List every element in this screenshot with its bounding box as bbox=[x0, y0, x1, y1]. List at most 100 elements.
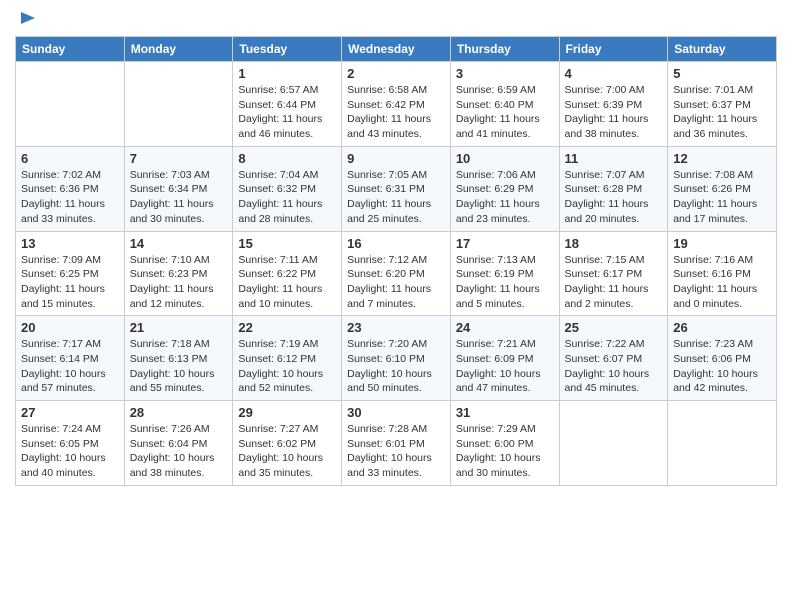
calendar-cell: 11 Sunrise: 7:07 AM Sunset: 6:28 PM Dayli… bbox=[559, 146, 668, 231]
day-number: 16 bbox=[347, 236, 445, 251]
calendar-cell: 21 Sunrise: 7:18 AM Sunset: 6:13 PM Dayli… bbox=[124, 316, 233, 401]
weekday-header-thursday: Thursday bbox=[450, 37, 559, 62]
day-info: Sunrise: 7:24 AM Sunset: 6:05 PM Dayligh… bbox=[21, 422, 119, 481]
calendar-cell: 8 Sunrise: 7:04 AM Sunset: 6:32 PM Daylig… bbox=[233, 146, 342, 231]
day-info: Sunrise: 7:21 AM Sunset: 6:09 PM Dayligh… bbox=[456, 337, 554, 396]
calendar-cell: 3 Sunrise: 6:59 AM Sunset: 6:40 PM Daylig… bbox=[450, 62, 559, 147]
day-number: 8 bbox=[238, 151, 336, 166]
day-info: Sunrise: 7:16 AM Sunset: 6:16 PM Dayligh… bbox=[673, 253, 771, 312]
calendar-cell: 7Sunrise: 7:03 AM Sunset: 6:34 PM Daylig… bbox=[124, 146, 233, 231]
calendar-week-row: 1 Sunrise: 6:57 AM Sunset: 6:44 PM Daylig… bbox=[16, 62, 777, 147]
day-number: 26 bbox=[673, 320, 771, 335]
day-number: 24 bbox=[456, 320, 554, 335]
calendar-cell: 5Sunrise: 7:01 AM Sunset: 6:37 PM Daylig… bbox=[668, 62, 777, 147]
day-number: 14 bbox=[130, 236, 228, 251]
day-info: Sunrise: 7:08 AM Sunset: 6:26 PM Dayligh… bbox=[673, 168, 771, 227]
calendar-cell: 23 Sunrise: 7:20 AM Sunset: 6:10 PM Dayli… bbox=[342, 316, 451, 401]
weekday-header-friday: Friday bbox=[559, 37, 668, 62]
calendar-week-row: 20Sunrise: 7:17 AM Sunset: 6:14 PM Dayli… bbox=[16, 316, 777, 401]
day-number: 9 bbox=[347, 151, 445, 166]
day-number: 13 bbox=[21, 236, 119, 251]
calendar-cell: 2 Sunrise: 6:58 AM Sunset: 6:42 PM Daylig… bbox=[342, 62, 451, 147]
calendar-cell: 29Sunrise: 7:27 AM Sunset: 6:02 PM Dayli… bbox=[233, 401, 342, 486]
weekday-header-tuesday: Tuesday bbox=[233, 37, 342, 62]
weekday-header-wednesday: Wednesday bbox=[342, 37, 451, 62]
day-number: 28 bbox=[130, 405, 228, 420]
calendar-cell bbox=[668, 401, 777, 486]
day-info: Sunrise: 7:00 AM Sunset: 6:39 PM Dayligh… bbox=[565, 83, 663, 142]
calendar-cell: 27 Sunrise: 7:24 AM Sunset: 6:05 PM Dayli… bbox=[16, 401, 125, 486]
calendar-cell: 4 Sunrise: 7:00 AM Sunset: 6:39 PM Daylig… bbox=[559, 62, 668, 147]
page-header bbox=[15, 10, 777, 28]
day-info: Sunrise: 7:26 AM Sunset: 6:04 PM Dayligh… bbox=[130, 422, 228, 481]
day-number: 29 bbox=[238, 405, 336, 420]
day-info: Sunrise: 7:29 AM Sunset: 6:00 PM Dayligh… bbox=[456, 422, 554, 481]
day-info: Sunrise: 7:19 AM Sunset: 6:12 PM Dayligh… bbox=[238, 337, 336, 396]
day-number: 4 bbox=[565, 66, 663, 81]
day-info: Sunrise: 6:59 AM Sunset: 6:40 PM Dayligh… bbox=[456, 83, 554, 142]
calendar-week-row: 13 Sunrise: 7:09 AM Sunset: 6:25 PM Dayli… bbox=[16, 231, 777, 316]
day-info: Sunrise: 7:09 AM Sunset: 6:25 PM Dayligh… bbox=[21, 253, 119, 312]
calendar-cell: 10Sunrise: 7:06 AM Sunset: 6:29 PM Dayli… bbox=[450, 146, 559, 231]
day-number: 6 bbox=[21, 151, 119, 166]
calendar-cell: 14 Sunrise: 7:10 AM Sunset: 6:23 PM Dayli… bbox=[124, 231, 233, 316]
day-number: 21 bbox=[130, 320, 228, 335]
calendar-cell: 12 Sunrise: 7:08 AM Sunset: 6:26 PM Dayli… bbox=[668, 146, 777, 231]
calendar-week-row: 6 Sunrise: 7:02 AM Sunset: 6:36 PM Daylig… bbox=[16, 146, 777, 231]
calendar-cell bbox=[124, 62, 233, 147]
day-info: Sunrise: 7:03 AM Sunset: 6:34 PM Dayligh… bbox=[130, 168, 228, 227]
day-info: Sunrise: 6:57 AM Sunset: 6:44 PM Dayligh… bbox=[238, 83, 336, 142]
day-info: Sunrise: 7:01 AM Sunset: 6:37 PM Dayligh… bbox=[673, 83, 771, 142]
logo-flag-icon bbox=[17, 10, 39, 32]
day-number: 1 bbox=[238, 66, 336, 81]
calendar-table: SundayMondayTuesdayWednesdayThursdayFrid… bbox=[15, 36, 777, 486]
day-number: 18 bbox=[565, 236, 663, 251]
calendar-cell: 17Sunrise: 7:13 AM Sunset: 6:19 PM Dayli… bbox=[450, 231, 559, 316]
day-number: 25 bbox=[565, 320, 663, 335]
calendar-cell: 26 Sunrise: 7:23 AM Sunset: 6:06 PM Dayli… bbox=[668, 316, 777, 401]
day-info: Sunrise: 7:18 AM Sunset: 6:13 PM Dayligh… bbox=[130, 337, 228, 396]
calendar-cell: 19 Sunrise: 7:16 AM Sunset: 6:16 PM Dayli… bbox=[668, 231, 777, 316]
calendar-header-row: SundayMondayTuesdayWednesdayThursdayFrid… bbox=[16, 37, 777, 62]
calendar-cell bbox=[16, 62, 125, 147]
weekday-header-monday: Monday bbox=[124, 37, 233, 62]
day-info: Sunrise: 7:20 AM Sunset: 6:10 PM Dayligh… bbox=[347, 337, 445, 396]
day-info: Sunrise: 7:12 AM Sunset: 6:20 PM Dayligh… bbox=[347, 253, 445, 312]
day-info: Sunrise: 7:02 AM Sunset: 6:36 PM Dayligh… bbox=[21, 168, 119, 227]
day-info: Sunrise: 7:05 AM Sunset: 6:31 PM Dayligh… bbox=[347, 168, 445, 227]
calendar-cell: 15Sunrise: 7:11 AM Sunset: 6:22 PM Dayli… bbox=[233, 231, 342, 316]
calendar-cell: 28 Sunrise: 7:26 AM Sunset: 6:04 PM Dayli… bbox=[124, 401, 233, 486]
calendar-cell: 13 Sunrise: 7:09 AM Sunset: 6:25 PM Dayli… bbox=[16, 231, 125, 316]
day-number: 23 bbox=[347, 320, 445, 335]
day-number: 11 bbox=[565, 151, 663, 166]
day-number: 22 bbox=[238, 320, 336, 335]
day-number: 2 bbox=[347, 66, 445, 81]
day-info: Sunrise: 6:58 AM Sunset: 6:42 PM Dayligh… bbox=[347, 83, 445, 142]
calendar-cell: 6 Sunrise: 7:02 AM Sunset: 6:36 PM Daylig… bbox=[16, 146, 125, 231]
calendar-cell: 31 Sunrise: 7:29 AM Sunset: 6:00 PM Dayli… bbox=[450, 401, 559, 486]
day-number: 12 bbox=[673, 151, 771, 166]
day-number: 31 bbox=[456, 405, 554, 420]
calendar-cell: 25 Sunrise: 7:22 AM Sunset: 6:07 PM Dayli… bbox=[559, 316, 668, 401]
calendar-cell: 18 Sunrise: 7:15 AM Sunset: 6:17 PM Dayli… bbox=[559, 231, 668, 316]
day-number: 15 bbox=[238, 236, 336, 251]
day-info: Sunrise: 7:10 AM Sunset: 6:23 PM Dayligh… bbox=[130, 253, 228, 312]
calendar-cell bbox=[559, 401, 668, 486]
day-info: Sunrise: 7:23 AM Sunset: 6:06 PM Dayligh… bbox=[673, 337, 771, 396]
day-number: 20 bbox=[21, 320, 119, 335]
day-info: Sunrise: 7:28 AM Sunset: 6:01 PM Dayligh… bbox=[347, 422, 445, 481]
day-info: Sunrise: 7:07 AM Sunset: 6:28 PM Dayligh… bbox=[565, 168, 663, 227]
day-number: 19 bbox=[673, 236, 771, 251]
weekday-header-sunday: Sunday bbox=[16, 37, 125, 62]
day-number: 27 bbox=[21, 405, 119, 420]
weekday-header-saturday: Saturday bbox=[668, 37, 777, 62]
day-info: Sunrise: 7:15 AM Sunset: 6:17 PM Dayligh… bbox=[565, 253, 663, 312]
calendar-week-row: 27 Sunrise: 7:24 AM Sunset: 6:05 PM Dayli… bbox=[16, 401, 777, 486]
calendar-cell: 9 Sunrise: 7:05 AM Sunset: 6:31 PM Daylig… bbox=[342, 146, 451, 231]
day-number: 3 bbox=[456, 66, 554, 81]
calendar-cell: 22 Sunrise: 7:19 AM Sunset: 6:12 PM Dayli… bbox=[233, 316, 342, 401]
calendar-cell: 24 Sunrise: 7:21 AM Sunset: 6:09 PM Dayli… bbox=[450, 316, 559, 401]
day-info: Sunrise: 7:22 AM Sunset: 6:07 PM Dayligh… bbox=[565, 337, 663, 396]
calendar-cell: 16 Sunrise: 7:12 AM Sunset: 6:20 PM Dayli… bbox=[342, 231, 451, 316]
day-info: Sunrise: 7:04 AM Sunset: 6:32 PM Dayligh… bbox=[238, 168, 336, 227]
